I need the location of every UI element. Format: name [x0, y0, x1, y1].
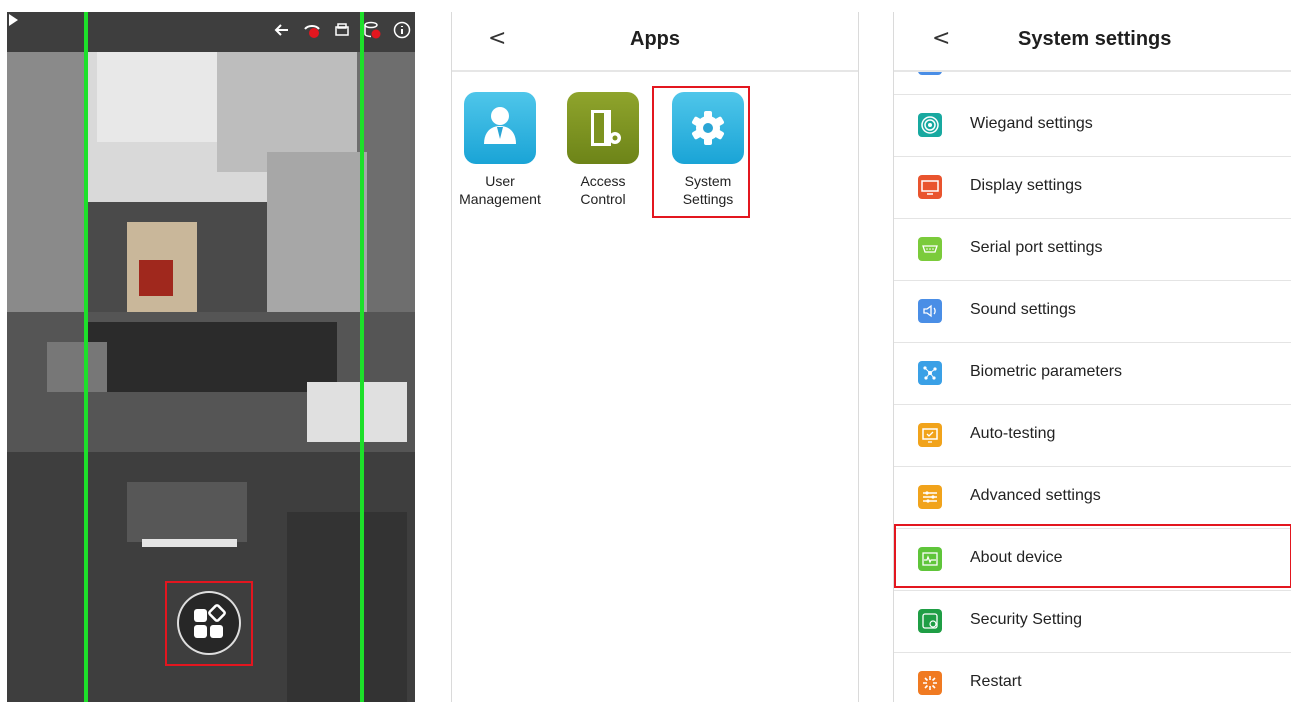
- camera-preview: [7, 12, 415, 702]
- apps-header: < Apps: [452, 12, 858, 72]
- sound-icon: [918, 299, 942, 323]
- left-guide-line: [84, 12, 88, 702]
- settings-item-label: Security Setting: [970, 611, 1083, 628]
- settings-item-biometric[interactable]: Biometric parameters: [894, 343, 1291, 405]
- monitor-icon: [918, 423, 942, 447]
- back-button[interactable]: <: [932, 26, 950, 51]
- system-settings-highlight: [652, 86, 750, 218]
- user-icon: [464, 92, 536, 164]
- app-label: Access Control: [580, 173, 626, 207]
- apps-grid-icon: [194, 604, 226, 638]
- settings-item-security[interactable]: Security Setting: [894, 591, 1291, 653]
- display-icon: [918, 175, 942, 199]
- page-title: System settings: [1018, 28, 1172, 50]
- back-arrow-icon[interactable]: [273, 21, 291, 39]
- settings-item-restart[interactable]: Restart: [894, 653, 1291, 702]
- settings-item-label: Restart: [970, 673, 1022, 690]
- settings-item-label: Biometric parameters: [970, 363, 1123, 380]
- biometric-icon: [918, 361, 942, 385]
- about-device-highlight: [894, 524, 1291, 588]
- page-title: Apps: [630, 28, 680, 50]
- settings-item-label: Wiegand settings: [970, 115, 1093, 132]
- apps-screen: < Apps User Management Access Control Sy…: [451, 12, 859, 702]
- door-gear-icon: [567, 92, 639, 164]
- settings-item-label: Auto-testing: [970, 425, 1056, 442]
- settings-item-label: Advanced settings: [970, 487, 1101, 504]
- play-indicator-icon: [9, 14, 18, 26]
- status-icons: [273, 21, 411, 39]
- settings-item-sound[interactable]: Sound settings: [894, 281, 1291, 343]
- printer-icon: [335, 23, 349, 36]
- settings-item-auto-testing[interactable]: Auto-testing: [894, 405, 1291, 467]
- system-settings-screen: < System settings Wiegand settings Displ…: [893, 12, 1291, 702]
- no-camera-icon: [304, 25, 320, 38]
- right-guide-line: [360, 12, 364, 702]
- wiegand-icon: [918, 113, 942, 137]
- settings-header: < System settings: [894, 12, 1291, 72]
- apps-button[interactable]: [177, 591, 241, 655]
- settings-item-label: Serial port settings: [970, 239, 1103, 256]
- settings-item-label: Display settings: [970, 177, 1083, 194]
- serial-port-icon: [918, 237, 942, 261]
- settings-item-label: Sound settings: [970, 301, 1076, 318]
- app-label: User Management: [459, 173, 541, 207]
- app-access-control[interactable]: Access Control: [555, 92, 651, 208]
- settings-item-serial-port[interactable]: Serial port settings: [894, 219, 1291, 281]
- apps-button-highlight: [165, 581, 253, 666]
- app-user-management[interactable]: User Management: [452, 92, 548, 208]
- settings-item-display[interactable]: Display settings: [894, 157, 1291, 219]
- security-icon: [918, 609, 942, 633]
- restart-icon: [918, 671, 942, 695]
- sliders-icon: [918, 485, 942, 509]
- info-icon[interactable]: [393, 21, 411, 39]
- database-error-icon: [364, 21, 381, 39]
- settings-item-advanced[interactable]: Advanced settings: [894, 467, 1291, 529]
- settings-item-wiegand[interactable]: Wiegand settings: [894, 95, 1291, 157]
